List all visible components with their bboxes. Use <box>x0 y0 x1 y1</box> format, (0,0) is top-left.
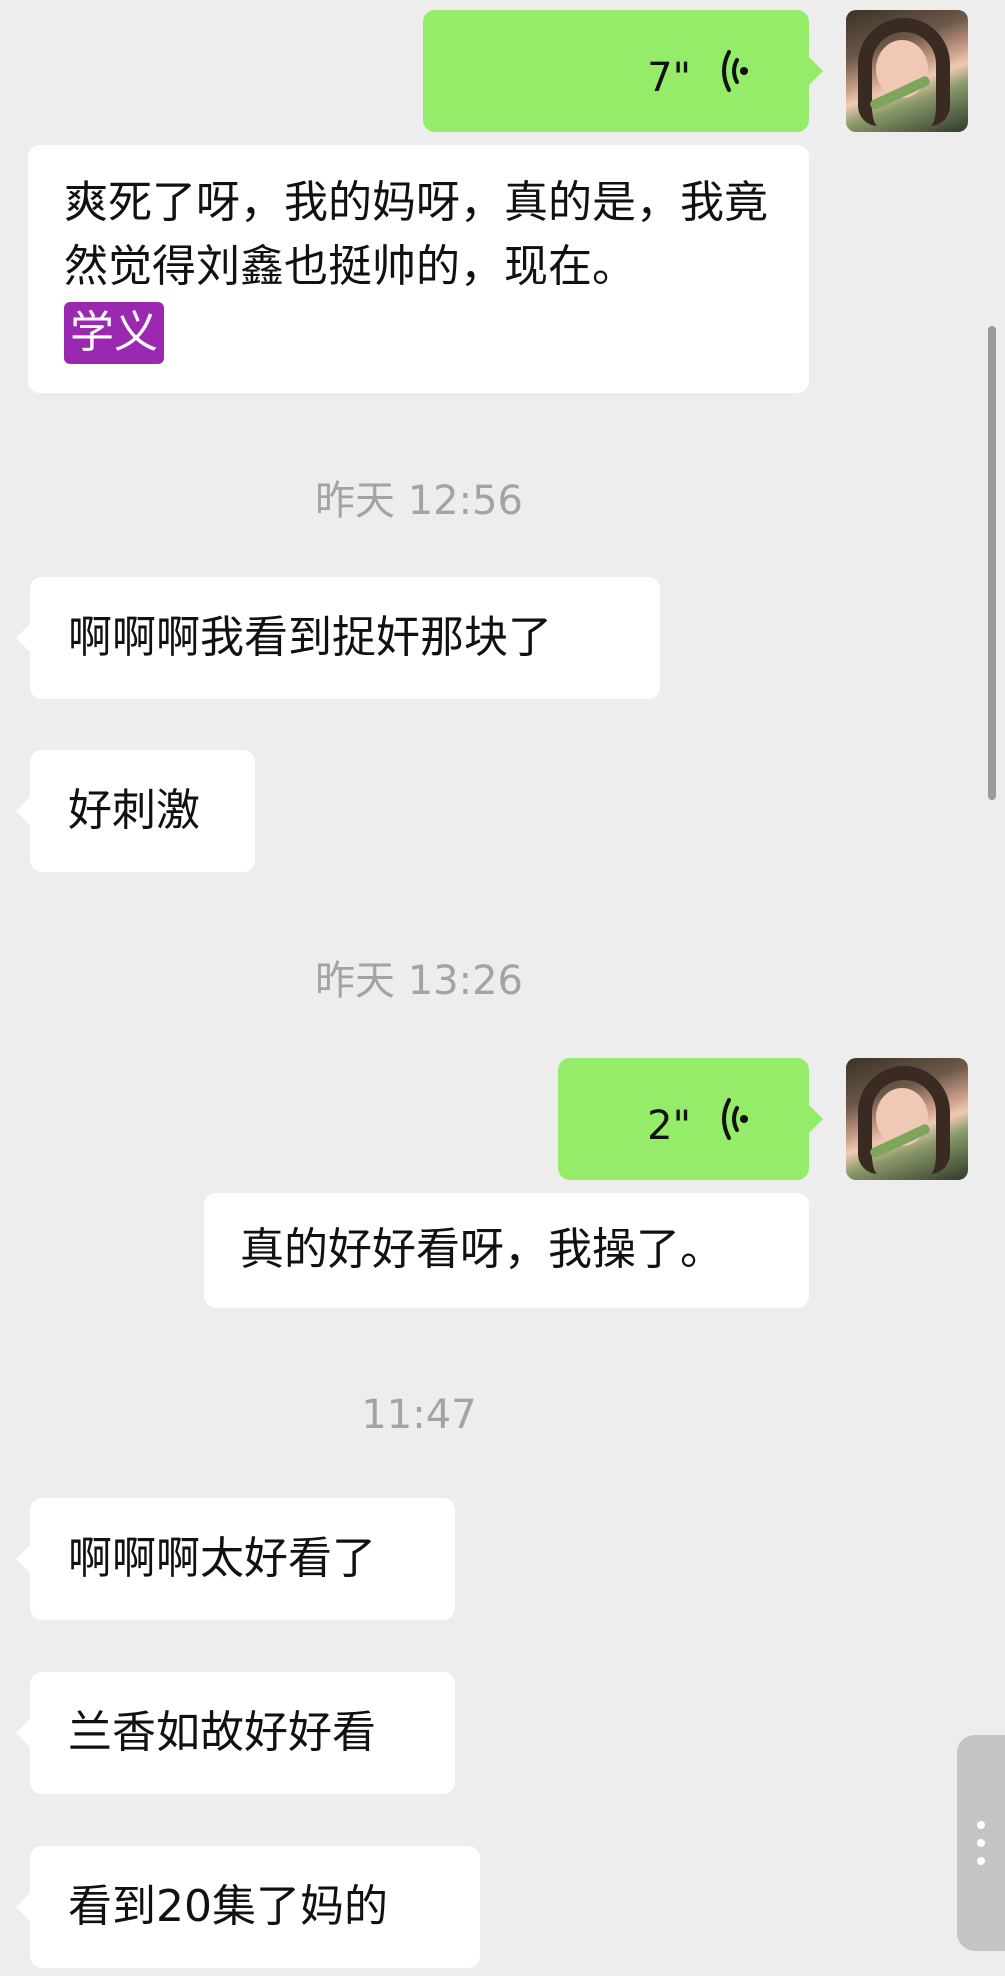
incoming-message[interactable]: 兰香如故好好看 <box>16 1672 455 1794</box>
scrollbar-thumb[interactable] <box>988 326 996 800</box>
incoming-message[interactable]: 看到20集了妈的 <box>16 1846 480 1968</box>
highlighted-text[interactable]: 学义 <box>64 302 164 364</box>
message-text: 啊啊啊太好看了 <box>68 1533 376 1584</box>
timestamp: 11:47 <box>361 1392 477 1438</box>
transcript-text: 爽死了呀，我的妈呀，真的是，我竟然觉得刘鑫也挺帅的，现在。 <box>64 177 768 292</box>
incoming-message[interactable]: 啊啊啊我看到捉奸那块了 <box>16 577 660 699</box>
timestamp: 昨天 12:56 <box>315 478 523 524</box>
voice-message-bubble[interactable]: 2" <box>558 1058 823 1180</box>
timestamp: 昨天 13:26 <box>315 958 523 1004</box>
incoming-message[interactable]: 啊啊啊太好看了 <box>16 1498 455 1620</box>
message-text: 兰香如故好好看 <box>68 1707 376 1758</box>
voice-message-bubble[interactable]: 7" <box>423 10 823 132</box>
message-text: 看到20集了妈的 <box>68 1881 388 1932</box>
voice-waves-icon <box>722 1098 748 1140</box>
voice-transcript-bubble[interactable]: 爽死了呀，我的妈呀，真的是，我竟然觉得刘鑫也挺帅的，现在。学义 <box>28 145 809 393</box>
voice-duration: 7" <box>647 55 691 101</box>
message-text: 啊啊啊我看到捉奸那块了 <box>68 612 552 663</box>
avatar[interactable] <box>846 10 968 132</box>
voice-duration: 2" <box>647 1103 691 1149</box>
message-text: 好刺激 <box>68 785 200 836</box>
floating-side-tab[interactable] <box>957 1735 1005 1951</box>
voice-waves-icon <box>722 50 748 92</box>
avatar[interactable] <box>846 1058 968 1180</box>
voice-transcript-bubble[interactable]: 真的好好看呀，我操了。 <box>204 1193 809 1308</box>
incoming-message[interactable]: 好刺激 <box>16 750 255 872</box>
transcript-text: 真的好好看呀，我操了。 <box>240 1224 724 1275</box>
